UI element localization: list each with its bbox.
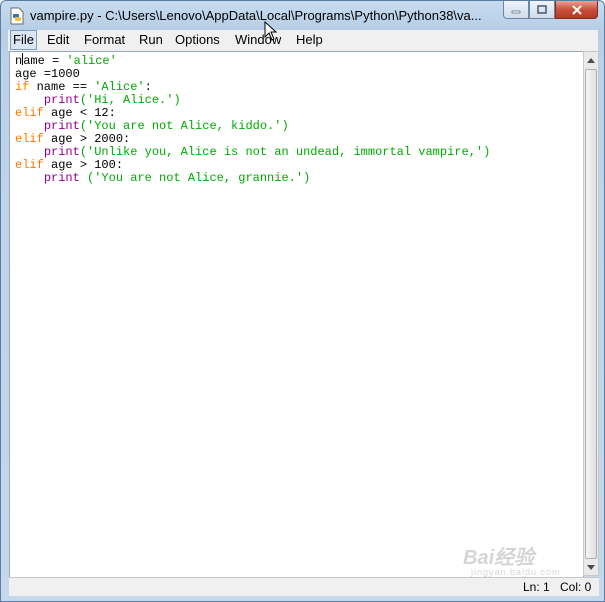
menu-help[interactable]: Help: [293, 31, 326, 49]
string-literal: ('Hi, Alice.'): [79, 93, 181, 107]
scrollbar-thumb[interactable]: [585, 69, 597, 559]
code-token: age < 12:: [43, 106, 116, 120]
string-literal: 'Alice': [94, 80, 145, 94]
idle-editor-window: vampire.py - C:\Users\Lenovo\AppData\Loc…: [0, 0, 605, 602]
mouse-pointer-icon: [264, 21, 278, 41]
code-token: ame =: [23, 54, 67, 68]
builtin-function: print: [43, 93, 80, 107]
code-editor[interactable]: name = 'alice' age =1000 if name == 'Ali…: [9, 51, 584, 578]
scroll-down-button[interactable]: [584, 559, 598, 575]
code-token: name ==: [29, 80, 95, 94]
baidu-watermark: Bai经验 jingyan.baidu.com: [463, 531, 583, 581]
builtin-function: print: [43, 119, 80, 133]
code-token: age > 100:: [43, 158, 124, 172]
builtin-function: print: [43, 145, 80, 159]
builtin-function: print: [43, 171, 80, 185]
keyword: elif: [15, 132, 44, 146]
minimize-button[interactable]: [503, 1, 529, 19]
menu-edit[interactable]: Edit: [44, 31, 72, 49]
arrow-down-icon: [587, 564, 595, 570]
window-controls: [503, 1, 598, 21]
maximize-icon: [537, 5, 547, 14]
watermark-subtext: jingyan.baidu.com: [471, 567, 561, 577]
keyword: if: [15, 80, 30, 94]
scroll-up-button[interactable]: [584, 52, 598, 68]
column-number: Col: 0: [560, 580, 592, 594]
keyword: elif: [15, 106, 44, 120]
string-literal: ('Unlike you, Alice is not an undead, im…: [79, 145, 491, 159]
title-bar[interactable]: vampire.py - C:\Users\Lenovo\AppData\Loc…: [1, 1, 604, 31]
close-icon: [571, 4, 582, 15]
maximize-button[interactable]: [529, 1, 555, 19]
string-literal: ('You are not Alice, kiddo.'): [79, 119, 289, 133]
menu-file[interactable]: File: [10, 30, 37, 50]
code-text[interactable]: name = 'alice' age =1000 if name == 'Ali…: [15, 53, 490, 185]
menu-options[interactable]: Options: [172, 31, 223, 49]
vertical-scrollbar[interactable]: [583, 51, 599, 576]
string-literal: ('You are not Alice, grannie.'): [79, 171, 311, 185]
string-literal: 'alice': [66, 54, 117, 68]
menu-format[interactable]: Format: [81, 31, 128, 49]
code-token: :: [144, 80, 152, 94]
keyword: elif: [15, 158, 44, 172]
menu-bar: File Edit Format Run Options Window Help: [8, 30, 598, 51]
watermark-text: Bai经验: [463, 547, 535, 569]
menu-run[interactable]: Run: [136, 31, 166, 49]
line-number: Ln: 1: [523, 580, 550, 594]
close-button[interactable]: [555, 1, 598, 19]
arrow-up-icon: [587, 57, 595, 63]
code-token: age > 2000:: [43, 132, 131, 146]
code-line: age =1000: [15, 67, 80, 81]
python-file-icon: [10, 7, 24, 25]
code-char: n: [15, 54, 23, 68]
window-title: vampire.py - C:\Users\Lenovo\AppData\Loc…: [30, 8, 482, 23]
minimize-icon: [511, 10, 521, 13]
